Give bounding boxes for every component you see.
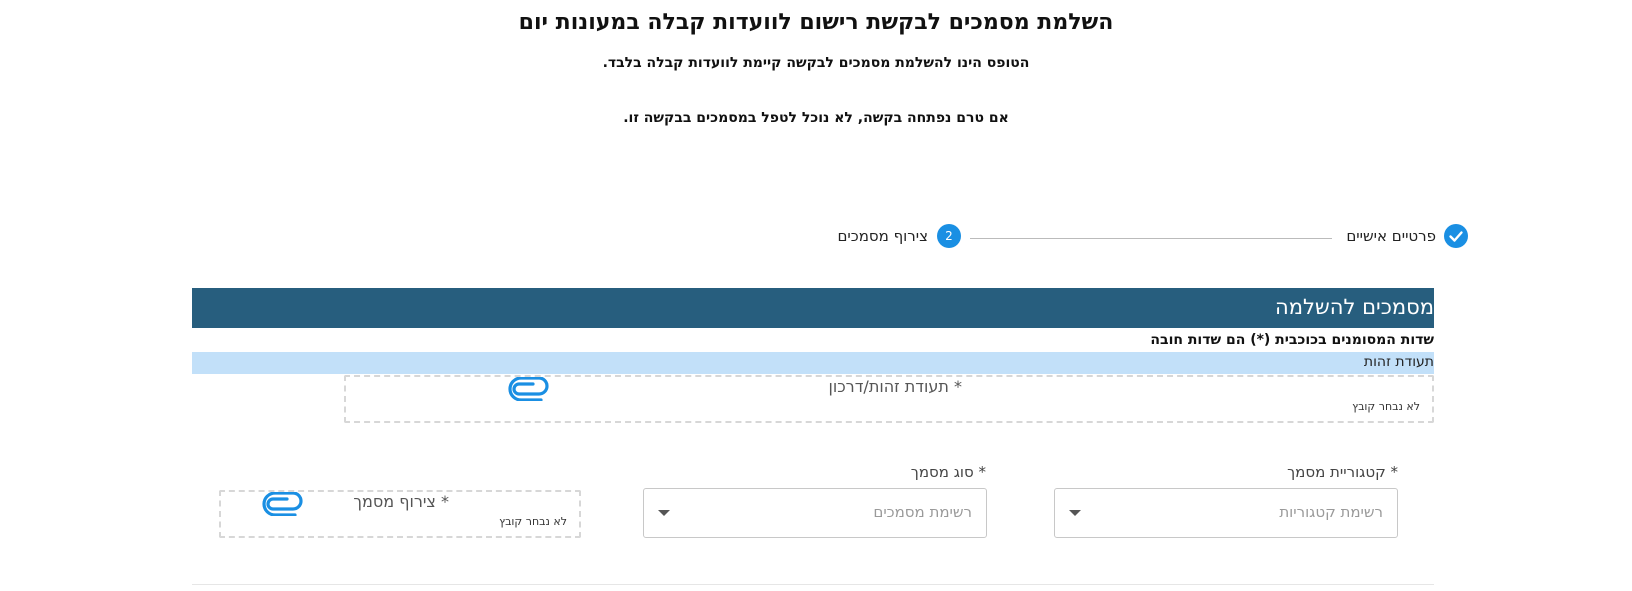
- paperclip-icon[interactable]: [261, 492, 305, 516]
- doc-file-upload[interactable]: * צירוף מסמך לא נבחר קובץ: [219, 490, 581, 538]
- section-title: מסמכים להשלמה: [1274, 295, 1434, 319]
- doc-upload-label: * צירוף מסמך: [353, 492, 449, 511]
- subsection-title: תעודת זהות: [1363, 354, 1434, 370]
- chevron-down-icon[interactable]: [658, 510, 670, 516]
- section-header: מסמכים להשלמה: [192, 288, 1434, 328]
- step-connector: [970, 238, 1332, 239]
- category-select[interactable]: רשימת קטגוריות: [1054, 488, 1398, 538]
- check-icon: [1449, 231, 1463, 242]
- page-title: השלמת מסמכים לבקשת רישום לוועדות קבלה במ…: [518, 10, 1114, 35]
- paperclip-icon[interactable]: [507, 377, 551, 401]
- doc-type-placeholder: רשימת מסמכים: [873, 503, 972, 521]
- category-placeholder: רשימת קטגוריות: [1279, 503, 1383, 521]
- step-2-number: 2: [937, 224, 961, 248]
- doc-type-label: * סוג מסמך: [910, 463, 986, 481]
- chevron-down-icon[interactable]: [1069, 510, 1081, 516]
- form-description: הטופס הינו להשלמת מסמכים לבקשה קיימת לוו…: [602, 55, 1030, 71]
- divider: [192, 584, 1434, 585]
- step-2-label: צירוף מסמכים: [837, 227, 928, 245]
- doc-type-select[interactable]: רשימת מסמכים: [643, 488, 987, 538]
- required-fields-note: שדות המסומנים בכוכבית (*) הם שדות חובה: [1150, 332, 1434, 348]
- subsection-bar: תעודת זהות: [192, 352, 1434, 374]
- id-upload-status: לא נבחר קובץ: [1352, 400, 1420, 413]
- id-file-upload[interactable]: * תעודת זהות/דרכון לא נבחר קובץ: [344, 375, 1434, 423]
- doc-upload-status: לא נבחר קובץ: [499, 515, 567, 528]
- id-upload-label: * תעודת זהות/דרכון: [828, 377, 962, 396]
- form-warning: אם טרם נפתחה בקשה, לא נוכל לטפל במסמכים …: [623, 110, 1009, 126]
- step-1-complete-icon: [1444, 224, 1468, 248]
- step-1-label: פרטיים אישיים: [1346, 227, 1436, 245]
- category-label: * קטגוריית מסמך: [1287, 463, 1398, 481]
